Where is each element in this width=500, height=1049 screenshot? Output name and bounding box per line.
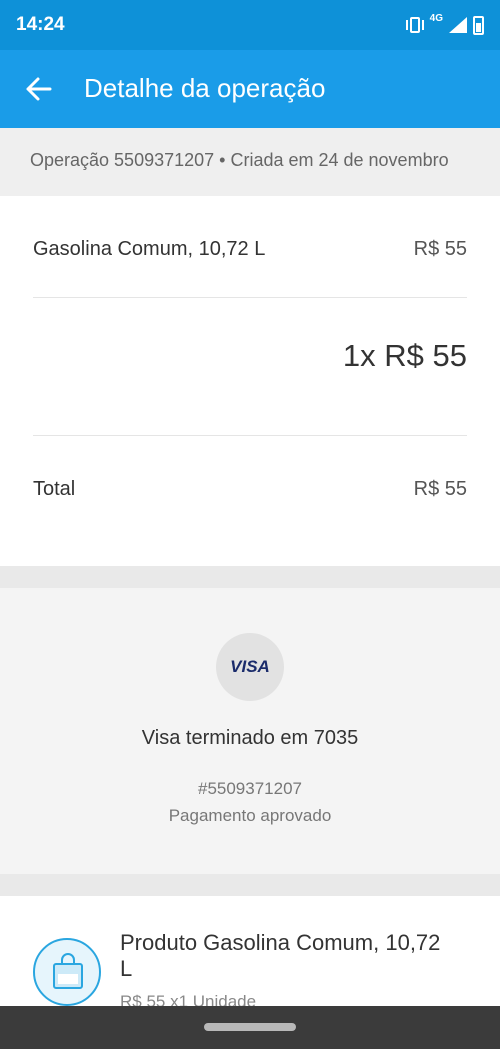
product-name: Produto Gasolina Comum, 10,72 L xyxy=(120,930,441,981)
item-price: R$ 55 xyxy=(413,238,467,260)
payment-section: VISA Visa terminado em 7035 #5509371207 … xyxy=(0,588,500,874)
operation-info: Operação 5509371207 • Criada em 24 de no… xyxy=(30,150,449,170)
visa-brand-text: VISA xyxy=(230,657,270,676)
visa-logo-icon: VISA xyxy=(216,633,284,701)
card-label: Visa terminado em 7035 xyxy=(141,727,359,749)
page-title: Detalhe da operação xyxy=(84,73,326,103)
vibrate-icon xyxy=(405,17,424,33)
operation-subheader: Operação 5509371207 • Criada em 24 de no… xyxy=(0,128,500,196)
items-card: Gasolina Comum, 10,72 L R$ 55 1x R$ 55 T… xyxy=(0,196,500,566)
quantity-price: 1x R$ 55 xyxy=(342,338,467,373)
product-card[interactable]: Produto Gasolina Comum, 10,72 L R$ 55 x1… xyxy=(0,896,500,1006)
payment-status: Pagamento aprovado xyxy=(168,806,332,825)
total-label: Total xyxy=(33,478,76,500)
payment-operation-id: #5509371207 xyxy=(197,779,302,798)
item-name: Gasolina Comum, 10,72 L xyxy=(33,238,266,260)
section-gap xyxy=(0,566,500,588)
app-bar: Detalhe da operação xyxy=(0,50,500,128)
network-type-label: 4G xyxy=(429,12,443,24)
total-value: R$ 55 xyxy=(413,478,467,500)
status-time: 14:24 xyxy=(16,14,65,35)
signal-icon xyxy=(449,17,467,33)
divider xyxy=(33,435,467,436)
system-nav-bar xyxy=(0,1006,500,1049)
divider xyxy=(33,297,467,298)
section-gap xyxy=(0,874,500,896)
product-quantity: R$ 55 x1 Unidade xyxy=(120,992,257,1006)
arrow-left-icon[interactable] xyxy=(20,72,56,106)
shopping-bag-icon xyxy=(33,938,101,1006)
status-icons: 4G xyxy=(405,12,484,37)
home-gesture-pill[interactable] xyxy=(204,1023,296,1031)
battery-icon xyxy=(473,15,484,35)
status-bar: 14:24 4G xyxy=(0,0,500,50)
